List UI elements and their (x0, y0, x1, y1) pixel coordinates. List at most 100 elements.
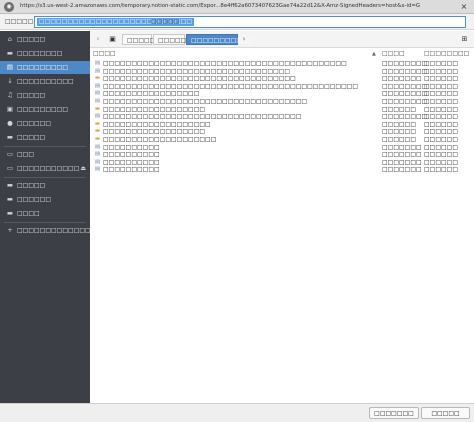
chevron-right-icon[interactable]: › (240, 34, 248, 44)
sidebar-item-bookmark-2[interactable]: ▬ □□□□□□ (0, 193, 90, 206)
file-size: □□□□□□□□ (382, 82, 428, 90)
eject-icon[interactable]: ⏏ (80, 162, 86, 175)
table-row[interactable]: ▬ □□□□□□□□□□□□□□□□□□□□ □□□□□□ □□□□□□ (90, 136, 474, 144)
file-icon: ▤ (94, 67, 101, 74)
open-button[interactable]: □□□□□ (421, 407, 470, 419)
sidebar-item-downloads[interactable]: ↓ □□□□□□□□□□ (0, 75, 90, 88)
drive-icon: ▭ (6, 164, 14, 172)
file-modified: □□□□□□ (424, 135, 459, 143)
file-size: □□□□□□□ (382, 75, 422, 83)
chevron-left-icon[interactable]: ‹ (94, 34, 102, 44)
sidebar-item-label: □□□□□ (17, 134, 46, 141)
breadcrumb-2[interactable]: □□□□□□ (153, 34, 192, 45)
sidebar-item-videos[interactable]: ● □□□□□□ (0, 117, 90, 130)
file-modified: □□□□□□ (424, 128, 459, 136)
title-bar: ◉ https://s3.us-west-2.amazonaws.com/tem… (0, 0, 474, 14)
file-name: □□□□□□□□□□□□□□□□□□□□□□□□□□□□□□□□□□□ (103, 113, 302, 121)
file-name: □□□□□□□□□□ (103, 158, 160, 166)
table-row[interactable]: ▬ □□□□□□□□□□□□□□□□□□□ □□□□□□ □□□□□□ (90, 121, 474, 129)
file-name: □□□□□□□□□□□□□□□□□□□□□□□□□□□□□□□□□□□□□□□□… (103, 60, 347, 67)
sidebar-item-computer[interactable]: ▭ □□□ (0, 148, 90, 161)
sidebar-divider (4, 222, 86, 223)
file-modified: □□□□□□ (424, 113, 459, 121)
path-bar: ‹ ▣ □□□□□ □□□□□□ □□□□□□□□□□□ › ⊞ (90, 31, 474, 48)
file-size: □□□□□□□ (382, 166, 422, 174)
file-name: □□□□□□□□□□□□□□□□□□□□□□□□□□□□□□□□□ (103, 67, 291, 75)
table-row[interactable]: ▤□□□□□□□□□□□□□□□□□□□□□□□□□□□□□□□□□□□□□□□… (90, 83, 474, 91)
sort-up-icon: ▲ (372, 51, 376, 57)
sidebar-item-home[interactable]: ⌂ □□□□□ (0, 33, 90, 46)
table-row[interactable]: ▤ □□□□□□□□□□ □□□□□□□ □□□□□□ (90, 151, 474, 159)
sidebar-divider (4, 146, 86, 147)
table-row[interactable]: ▤□□□□□□□□□□□□□□□□□□□□□□□□□□□□□□□□□□□□□□□… (90, 113, 474, 121)
table-row[interactable]: ▤ □□□□□□□□□□ □□□□□□□ □□□□□□ (90, 144, 474, 152)
table-row[interactable]: ▤□□□□□□□□□□□□□□□□□□□□□□□□□□□□□□□□□□□□□□□… (90, 68, 474, 76)
sidebar-item-documents[interactable]: ▤ □□□□□□□□□ (0, 61, 90, 74)
drive-icon[interactable]: ▣ (108, 34, 117, 44)
sidebar-item-trash[interactable]: ▬ □□□□□ (0, 131, 90, 144)
file-modified: □□□□□□ (424, 158, 459, 166)
breadcrumb-1[interactable]: □□□□□ (122, 34, 155, 45)
sidebar-item-music[interactable]: ♫ □□□□□ (0, 89, 90, 102)
close-icon[interactable]: × (459, 2, 469, 12)
column-header-modified[interactable]: □□□□□□□□ (424, 48, 469, 60)
column-header-name[interactable]: □□□□ (93, 48, 116, 60)
file-name: □□□□□□□□□□□□□□□□□□□ (103, 120, 211, 128)
sidebar-item-label: □□□□□□ (17, 196, 52, 203)
table-row[interactable]: ▬ □□□□□□□□□□□□□□□□□□□□□□□□□□□□□□□□□□ □□□□□… (90, 75, 474, 83)
sidebar-item-pictures[interactable]: ▣ □□□□□□□□□ (0, 103, 90, 116)
location-label: □□□□□ (5, 18, 34, 25)
cancel-button[interactable]: □□□□□□□ (369, 407, 419, 419)
file-icon: ▤ (94, 60, 101, 66)
folder-icon: ▬ (94, 128, 101, 135)
file-name: □□□□□□□□□□□□□□□□□ (103, 90, 200, 98)
sidebar-item-other-locations[interactable]: + □□□□□□□□□□□□□□□□□ (0, 224, 113, 237)
sidebar-item-label: □□□□□□□□ (17, 50, 63, 57)
file-icon: ▤ (94, 113, 101, 120)
file-size: □□□□□□□□ (382, 60, 428, 67)
home-icon: ⌂ (7, 35, 13, 43)
sidebar-item-label: □□□□□□□□□ (17, 106, 69, 113)
videos-icon: ● (7, 119, 13, 127)
file-list: □□□□ ▲ □□□□ □□□□□□□□ ▤ □□□□□□□□□□□□□□□□□□… (90, 48, 474, 403)
column-header-size[interactable]: □□□□ (382, 48, 405, 60)
file-size: □□□□□□ (382, 128, 417, 136)
file-size: □□□□□□ (382, 105, 417, 113)
file-size: □□□□□□□□ (382, 90, 428, 98)
new-folder-icon[interactable]: ⊞ (459, 34, 470, 45)
folder-icon: ▬ (94, 75, 101, 82)
breadcrumb-current[interactable]: □□□□□□□□□□□ (186, 34, 253, 45)
pictures-icon: ▣ (6, 105, 14, 113)
sidebar-item-label: □□□□□ (17, 92, 46, 99)
plus-icon: + (7, 226, 13, 234)
table-row[interactable]: ▬ □□□□□□□□□□□□□□□□□□ □□□□□□ □□□□□□ (90, 128, 474, 136)
table-row[interactable]: ▤ □□□□□□□□□□ □□□□□□□ □□□□□□ (90, 166, 474, 174)
file-size: □□□□□□□□ (382, 113, 428, 121)
sidebar-item-bookmark-3[interactable]: ▬ □□□□ (0, 207, 90, 220)
file-name: □□□□□□□□□□ (103, 151, 160, 159)
table-row[interactable]: ▤□□□□□□□□□□□□□□□□□□□□□□□□□□□□□□□□□□□□□□□… (90, 98, 474, 106)
sidebar-item-label: □□□□□□□□□ (17, 64, 69, 71)
table-row[interactable]: ▤ □□□□□□□□□□□□□□□□□ □□□□□□□□ □□□□□□ (90, 90, 474, 98)
table-row[interactable]: ▤ □□□□□□□□□□ □□□□□□□ □□□□□□ (90, 159, 474, 167)
file-size: □□□□□□ (382, 135, 417, 143)
trash-icon: ▬ (6, 133, 14, 141)
sidebar-item-label: □□□□ (17, 210, 40, 217)
file-name: □□□□□□□□□□ (103, 166, 160, 174)
table-row[interactable]: ▬ □□□□□□□□□□□□□□□□□□ □□□□□□ □□□□□□ (90, 106, 474, 114)
sidebar-item-label: □□□□□□ (17, 120, 52, 127)
sidebar-item-desktop[interactable]: ▬ □□□□□□□□ (0, 47, 90, 60)
computer-icon: ▭ (6, 150, 14, 158)
table-row[interactable]: ▤□□□□□□□□□□□□□□□□□□□□□□□□□□□□□□□□□□□□□□□… (90, 60, 474, 68)
sidebar-item-bookmark-1[interactable]: ▬ □□□□□ (0, 179, 90, 192)
file-modified: □□□□□□ (424, 151, 459, 159)
file-modified: □□□□□□ (424, 166, 459, 174)
folder-icon: ▬ (94, 120, 101, 127)
file-modified: □□□□□□ (424, 120, 459, 128)
location-input[interactable]: □□□□□□□□□□□□□□□□□□□□□□□□□□□ □□□□□ (34, 16, 466, 28)
folder-icon: ▬ (6, 181, 14, 189)
file-modified: □□□□□□ (424, 60, 459, 67)
sidebar-item-drive[interactable]: ▭ □□□□□□□□□□□ ⏏ (0, 162, 90, 175)
sidebar: ⌂ □□□□□ ▬ □□□□□□□□ ▤ □□□□□□□□□ ↓ □□□□□□□… (0, 31, 113, 403)
file-size: □□□□□□□□ (382, 97, 428, 105)
